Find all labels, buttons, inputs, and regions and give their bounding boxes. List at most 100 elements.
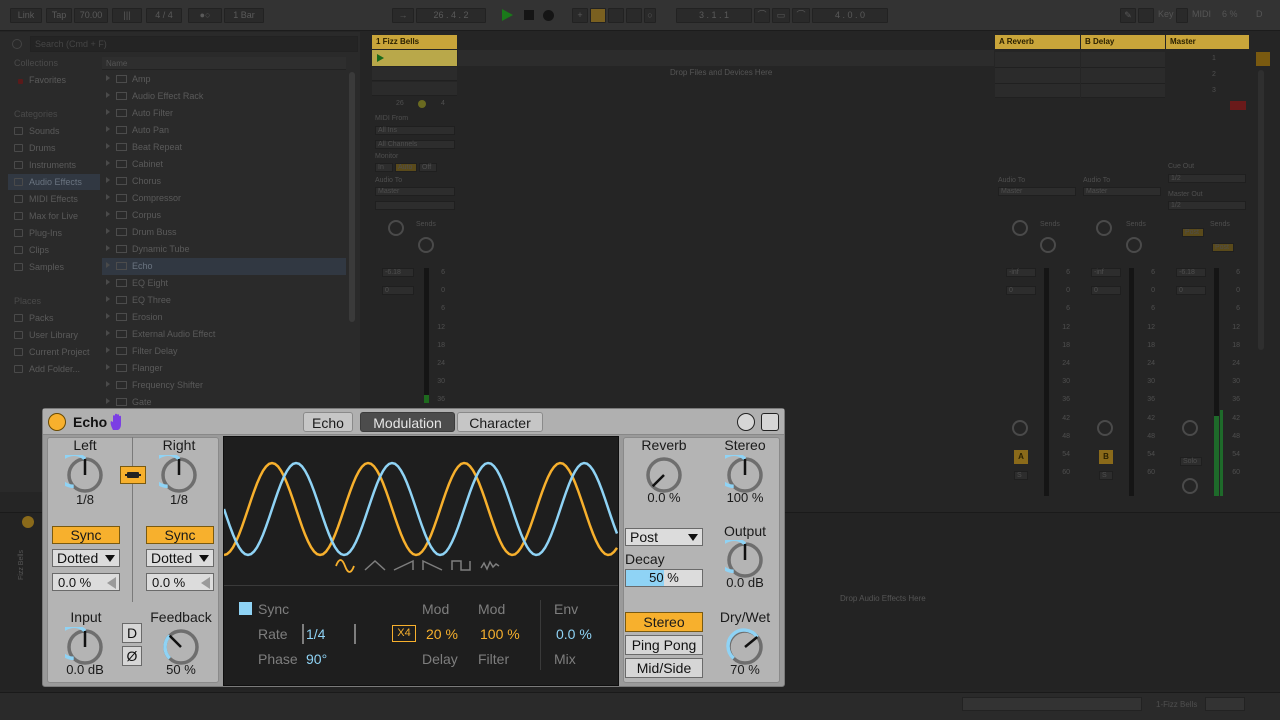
track-volume-field[interactable]: -6.18 bbox=[382, 268, 414, 277]
ping-pong-mode-button[interactable]: Ping Pong bbox=[625, 635, 703, 655]
browser-item[interactable]: Frequency Shifter bbox=[106, 377, 346, 394]
browser-scrollbar[interactable] bbox=[349, 72, 355, 322]
reverb-knob[interactable] bbox=[644, 455, 684, 495]
browser-item[interactable]: Amp bbox=[106, 71, 346, 88]
browser-item[interactable]: External Audio Effect bbox=[106, 326, 346, 343]
tab-character[interactable]: Character bbox=[457, 412, 543, 432]
session-record-icon[interactable]: ○ bbox=[644, 8, 656, 23]
scene-3-label[interactable]: 3 bbox=[1212, 87, 1216, 94]
return-b-send-knob[interactable] bbox=[1096, 220, 1112, 236]
expand-icon[interactable] bbox=[106, 228, 110, 234]
expand-icon[interactable] bbox=[106, 211, 110, 217]
return-b-solo-button[interactable]: S bbox=[1099, 471, 1113, 480]
punch-in-icon[interactable]: ⌒ bbox=[754, 8, 770, 23]
favorites-item[interactable]: Favorites bbox=[18, 73, 66, 87]
return-a-solo-button[interactable]: S bbox=[1014, 471, 1028, 480]
mid-side-mode-button[interactable]: Mid/Side bbox=[625, 658, 703, 678]
browser-item[interactable]: Corpus bbox=[106, 207, 346, 224]
phase-value[interactable]: 90° bbox=[306, 651, 327, 667]
left-sync-mode-dropdown[interactable]: Dotted bbox=[52, 549, 120, 567]
browser-name-column-header[interactable]: Name bbox=[102, 57, 346, 70]
browser-item[interactable]: Chorus bbox=[106, 173, 346, 190]
place-add-folder[interactable]: Add Folder... bbox=[14, 362, 80, 376]
crossfade-b-button[interactable]: B bbox=[1099, 450, 1113, 464]
tempo-field[interactable]: 70.00 bbox=[74, 8, 108, 23]
return-b-audio-to-dropdown[interactable]: Master bbox=[1083, 187, 1161, 196]
feedback-knob[interactable] bbox=[161, 627, 201, 667]
link-icon[interactable] bbox=[120, 466, 146, 484]
monitor-off-button[interactable]: Off bbox=[419, 163, 437, 172]
overview-strip[interactable] bbox=[962, 697, 1142, 711]
expand-icon[interactable] bbox=[106, 126, 110, 132]
place-current-project[interactable]: Current Project bbox=[14, 345, 90, 359]
track-power-icon[interactable] bbox=[22, 516, 34, 528]
stop-all-clips-icon[interactable] bbox=[1230, 101, 1246, 110]
audio-to-dropdown[interactable]: Master bbox=[375, 187, 455, 196]
return-a-send-knob[interactable] bbox=[1012, 220, 1028, 236]
decay-slider[interactable]: 50 % bbox=[625, 569, 703, 587]
session-overview-icon[interactable] bbox=[1256, 52, 1270, 66]
browser-item[interactable]: Compressor bbox=[106, 190, 346, 207]
master-pan-knob[interactable] bbox=[1182, 420, 1198, 436]
play-icon[interactable] bbox=[502, 9, 513, 21]
link-button[interactable]: Link bbox=[10, 8, 42, 23]
return-b-volume-field[interactable]: -inf bbox=[1091, 268, 1121, 277]
time-signature-field[interactable]: 4 / 4 bbox=[146, 8, 182, 23]
automation-arm-icon[interactable] bbox=[590, 8, 606, 23]
clip-slot[interactable] bbox=[372, 67, 457, 81]
scene-2-label[interactable]: 2 bbox=[1212, 71, 1216, 78]
capture-icon[interactable] bbox=[626, 8, 642, 23]
master-track-header[interactable]: Master bbox=[1166, 35, 1249, 49]
category-audio-effects[interactable]: Audio Effects bbox=[14, 175, 82, 189]
category-sounds[interactable]: Sounds bbox=[14, 124, 60, 138]
track-header-fizz-bells[interactable]: 1 Fizz Bells bbox=[372, 35, 457, 49]
expand-icon[interactable] bbox=[106, 245, 110, 251]
expand-icon[interactable] bbox=[106, 381, 110, 387]
category-instruments[interactable]: Instruments bbox=[14, 158, 76, 172]
category-drums[interactable]: Drums bbox=[14, 141, 56, 155]
midi-channel-dropdown[interactable]: All Channels bbox=[375, 140, 455, 149]
right-sync-mode-dropdown[interactable]: Dotted bbox=[146, 549, 214, 567]
master-pan-field[interactable]: 0 bbox=[1176, 286, 1206, 295]
input-gain-knob[interactable] bbox=[65, 627, 105, 667]
computer-keyboard-icon[interactable] bbox=[1138, 8, 1154, 23]
expand-icon[interactable] bbox=[106, 313, 110, 319]
right-offset-field[interactable]: 0.0 % bbox=[146, 573, 214, 591]
loop-length-field[interactable]: 4 . 0 . 0 bbox=[812, 8, 888, 23]
expand-icon[interactable] bbox=[106, 143, 110, 149]
left-time-knob[interactable] bbox=[65, 455, 105, 495]
browser-item[interactable]: Beat Repeat bbox=[106, 139, 346, 156]
reenable-automation-icon[interactable] bbox=[608, 8, 624, 23]
hand-icon[interactable] bbox=[109, 413, 125, 431]
env-value[interactable]: 0.0 % bbox=[556, 626, 592, 642]
category-samples[interactable]: Samples bbox=[14, 260, 64, 274]
browser-item[interactable]: Flanger bbox=[106, 360, 346, 377]
quantize-dropdown[interactable]: 1 Bar bbox=[224, 8, 264, 23]
follow-icon[interactable]: → bbox=[392, 8, 414, 23]
category-plugins[interactable]: Plug-Ins bbox=[14, 226, 62, 240]
record-icon[interactable] bbox=[543, 10, 554, 21]
stereo-mode-button[interactable]: Stereo bbox=[625, 612, 703, 632]
browser-item[interactable]: EQ Eight bbox=[106, 275, 346, 292]
return-a-volume-field[interactable]: -inf bbox=[1006, 268, 1036, 277]
return-b-pan-field[interactable]: 0 bbox=[1091, 286, 1121, 295]
cue-volume-knob[interactable] bbox=[1182, 478, 1198, 494]
return-a-audio-to-dropdown[interactable]: Master bbox=[998, 187, 1076, 196]
clip-slot-playing[interactable] bbox=[372, 50, 457, 66]
expand-icon[interactable] bbox=[106, 347, 110, 353]
return-a-pan-knob[interactable] bbox=[1012, 420, 1028, 436]
browser-item[interactable]: EQ Three bbox=[106, 292, 346, 309]
echo-power-icon[interactable] bbox=[48, 413, 66, 431]
browser-item[interactable]: Auto Filter bbox=[106, 105, 346, 122]
post-button-b[interactable]: Post bbox=[1212, 243, 1234, 252]
tap-tempo-button[interactable]: Tap bbox=[46, 8, 72, 23]
loop-switch-icon[interactable]: ▭ bbox=[772, 8, 790, 23]
dc-filter-button[interactable]: D bbox=[122, 623, 142, 643]
return-a-pan-field[interactable]: 0 bbox=[1006, 286, 1036, 295]
send-a-knob[interactable] bbox=[388, 220, 404, 236]
clip-slot[interactable] bbox=[372, 82, 457, 96]
return-b-send-b-knob[interactable] bbox=[1126, 237, 1142, 253]
expand-icon[interactable] bbox=[106, 364, 110, 370]
reverb-position-dropdown[interactable]: Post bbox=[625, 528, 703, 546]
place-packs[interactable]: Packs bbox=[14, 311, 54, 325]
